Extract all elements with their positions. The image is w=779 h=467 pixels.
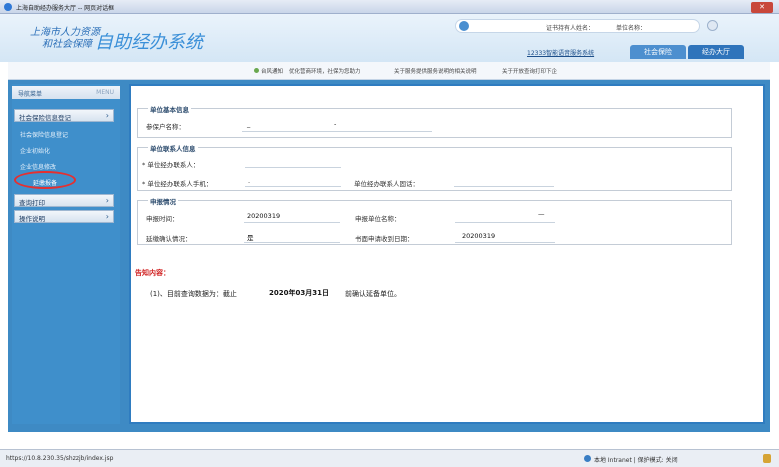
declaration-company-label: 申报单位名称：: [355, 215, 401, 223]
field-underline: [244, 222, 340, 223]
logo-line2: 和社会保障: [42, 39, 92, 50]
chevron-right-icon: ›: [105, 212, 109, 221]
notice-link[interactable]: 关于服务提供服务说明的相关说明: [394, 67, 477, 75]
tab-social-security[interactable]: 社会保险: [630, 45, 686, 59]
security-zone: 本地 Intranet | 保护模式: 关闭: [594, 457, 678, 464]
contact-mobile-label: * 单位经办联系人手机：: [142, 180, 213, 188]
sidebar-group-label: 查询打印: [19, 199, 45, 207]
globe-icon: [584, 455, 591, 462]
window-title: 上海自助经办服务大厅 -- 网页对话框: [16, 5, 115, 12]
browser-icon: [4, 3, 12, 11]
sidebar-header: 导航菜单 MENU: [12, 86, 120, 99]
notice-link[interactable]: 台风通知: [261, 67, 283, 75]
chevron-right-icon: ›: [105, 111, 109, 120]
sidebar-group-registration[interactable]: 社会保险信息登记 ›: [14, 109, 114, 122]
field-underline: [455, 242, 555, 243]
sidebar-menu-label: MENU: [96, 89, 114, 96]
window-titlebar: 上海自助经办服务大厅 -- 网页对话框 ✕: [0, 0, 779, 14]
declaration-company-value: —: [538, 210, 545, 218]
notice-link[interactable]: 优化营商环境，社保为您助力: [289, 67, 361, 75]
tab-service-hall[interactable]: 经办大厅: [688, 45, 744, 59]
receipt-date-label: 书面申请收到日期：: [355, 235, 414, 243]
contact-phone-input[interactable]: [454, 186, 554, 187]
chevron-right-icon: ›: [105, 196, 109, 205]
notice-ticker: 台风通知 优化营商环境，社保为您助力 关于服务提供服务说明的相关说明 关于开放查…: [8, 62, 770, 80]
notice-prefix: (1)、目前查询数据为：截止: [150, 290, 237, 298]
insured-name-value: _: [247, 120, 251, 128]
notice-dot-icon: [254, 68, 259, 73]
declaration-date-label: 申报时间：: [146, 215, 179, 223]
sidebar-group-instructions[interactable]: 操作说明 ›: [14, 210, 114, 223]
notice-title: 告知内容：: [135, 269, 170, 277]
sidebar-title: 导航菜单: [18, 91, 43, 98]
section-legend: 单位基本信息: [148, 104, 191, 114]
cert-holder-label: 证书持有人姓名：: [546, 25, 595, 32]
notice-suffix: 前确认延备单位。: [345, 290, 401, 298]
status-bar: https://10.8.230.35/shzzjb/index.jsp 本地 …: [0, 449, 779, 467]
lock-icon: [763, 454, 771, 463]
declaration-section: 申报情况: [137, 196, 732, 245]
sidebar-group-query-print[interactable]: 查询打印 ›: [14, 194, 114, 207]
contact-mobile-input[interactable]: [245, 186, 341, 187]
field-underline: [244, 242, 340, 243]
user-info-bar: 证书持有人姓名： 单位名称：: [455, 19, 700, 33]
logo-system-name: 自助经办系统: [95, 32, 203, 53]
section-legend: 申报情况: [148, 196, 178, 206]
unit-contact-section: 单位联系人信息: [137, 143, 732, 191]
company-name-label: 单位名称：: [616, 25, 647, 32]
contact-name-label: * 单位经办联系人：: [142, 161, 200, 169]
close-icon[interactable]: ✕: [751, 2, 773, 13]
field-underline: [242, 131, 432, 132]
deferral-confirm-label: 延缴确认情况：: [146, 235, 192, 243]
unit-basic-info-section: 单位基本信息: [137, 104, 732, 138]
hotline-link[interactable]: 12333智能语音服务系统: [527, 48, 594, 57]
sidebar-item-initialization[interactable]: 企业初始化: [20, 146, 50, 155]
field-underline: [455, 222, 555, 223]
status-url: https://10.8.230.35/shzzjb/index.jsp: [6, 455, 114, 462]
notice-date: 2020年03月31日: [269, 289, 329, 297]
receipt-date-value: 20200319: [462, 232, 496, 240]
contact-phone-label: 单位经办联系人固话：: [354, 180, 419, 188]
site-header: 上海市人力资源 和社会保障 自助经办系统 证书持有人姓名： 单位名称： 1233…: [0, 14, 779, 62]
insured-name-value-2: -: [334, 120, 337, 128]
notice-link[interactable]: 关于开放查询打印下企: [502, 67, 557, 75]
declaration-date-value: 20200319: [247, 212, 281, 220]
sidebar-item-modify[interactable]: 企业信息修改: [20, 162, 56, 171]
highlight-annotation: [14, 171, 76, 189]
user-icon: [459, 21, 469, 31]
help-icon[interactable]: [707, 20, 718, 31]
insured-name-label: 参保户名称：: [146, 123, 185, 131]
contact-name-input[interactable]: [245, 167, 341, 168]
sidebar-item-registration[interactable]: 社会保险信息登记: [20, 130, 68, 139]
deferral-confirm-value: 是: [247, 234, 254, 242]
contact-mobile-value: .: [248, 177, 251, 185]
sidebar-group-label: 社会保险信息登记: [19, 114, 71, 122]
sidebar-group-label: 操作说明: [19, 215, 45, 223]
section-legend: 单位联系人信息: [148, 143, 198, 153]
